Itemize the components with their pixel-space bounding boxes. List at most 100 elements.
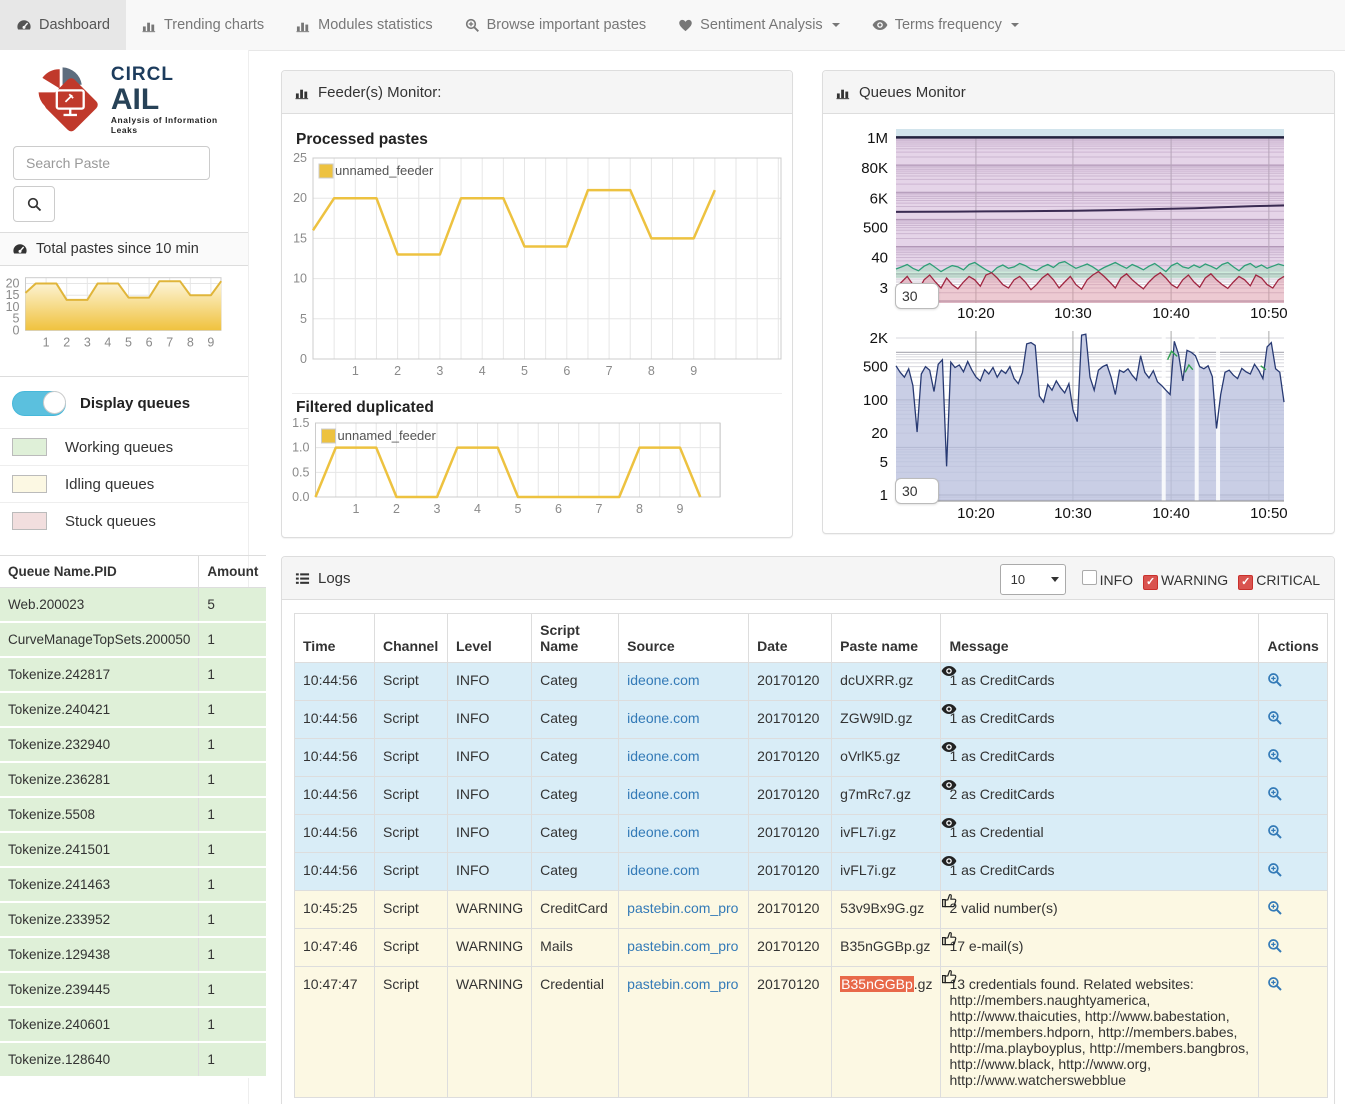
svg-text:5: 5 xyxy=(515,502,522,516)
log-source-link[interactable]: pastebin.com_pro xyxy=(627,976,738,992)
svg-text:9: 9 xyxy=(207,335,214,349)
queue-name: Tokenize.232940 xyxy=(0,727,199,762)
svg-text:7: 7 xyxy=(166,335,173,349)
filter-label: INFO xyxy=(1100,572,1133,588)
log-source-link[interactable]: pastebin.com_pro xyxy=(627,938,738,954)
legend-row-idling-queues: Idling queues xyxy=(0,465,248,502)
log-paste-name: dcUXRR.gz xyxy=(832,663,941,701)
svg-text:3: 3 xyxy=(434,502,441,516)
svg-text:1: 1 xyxy=(43,335,50,349)
chevron-down-icon xyxy=(1011,23,1019,27)
queue-table-row: Tokenize.2406011 xyxy=(0,1007,266,1042)
log-paste-name: g7mRc7.gz xyxy=(832,777,941,815)
log-date: 20170120 xyxy=(749,853,832,891)
svg-text:4: 4 xyxy=(474,502,481,516)
tachometer-icon xyxy=(16,18,32,32)
log-source-link[interactable]: ideone.com xyxy=(627,710,699,726)
svg-text:9: 9 xyxy=(677,502,684,516)
logs-table: TimeChannelLevelScript NameSourceDatePas… xyxy=(294,613,1328,1098)
show-paste-action-icon[interactable] xyxy=(1267,976,1283,995)
bar-chart-icon xyxy=(296,18,311,33)
log-message: 2 as CreditCards xyxy=(941,777,1259,815)
nav-item-label: Modules statistics xyxy=(318,17,432,33)
log-column-header: Date xyxy=(749,614,832,663)
eye-icon xyxy=(941,702,957,718)
log-row: 10:44:56ScriptINFOCategideone.com2017012… xyxy=(295,663,1328,701)
display-queues-toggle[interactable] xyxy=(12,391,66,416)
svg-text:9: 9 xyxy=(690,364,697,378)
log-time: 10:47:47 xyxy=(295,967,375,1098)
nav-item-modules-statistics[interactable]: Modules statistics xyxy=(280,0,448,50)
svg-text:0.0: 0.0 xyxy=(292,490,309,504)
queue-table-row: Tokenize.2329401 xyxy=(0,727,266,762)
log-paste-name: ivFL7i.gz xyxy=(832,815,941,853)
queues-in-window-input[interactable] xyxy=(895,478,939,504)
legend-swatch xyxy=(12,512,47,530)
svg-text:unnamed_feeder: unnamed_feeder xyxy=(335,163,434,178)
nav-item-dashboard[interactable]: Dashboard xyxy=(0,0,126,50)
nav-item-browse-important-pastes[interactable]: Browse important pastes xyxy=(449,0,663,50)
queue-table-row: Tokenize.2362811 xyxy=(0,762,266,797)
filter-checkbox-info[interactable] xyxy=(1082,570,1097,585)
nav-item-trending-charts[interactable]: Trending charts xyxy=(126,0,280,50)
log-message-text: 1 as CreditCards xyxy=(949,862,1054,878)
log-row: 10:47:46ScriptWARNINGMailspastebin.com_p… xyxy=(295,929,1328,967)
log-source-link[interactable]: ideone.com xyxy=(627,824,699,840)
show-paste-action-icon[interactable] xyxy=(1267,748,1283,767)
svg-text:10:40: 10:40 xyxy=(1152,505,1190,522)
show-paste-action-icon[interactable] xyxy=(1267,710,1283,729)
legend-row-stuck-queues: Stuck queues xyxy=(0,502,248,539)
log-source-link[interactable]: pastebin.com_pro xyxy=(627,900,738,916)
log-date: 20170120 xyxy=(749,777,832,815)
log-source-link[interactable]: ideone.com xyxy=(627,748,699,764)
log-message-text: 1 as CreditCards xyxy=(949,710,1054,726)
log-actions xyxy=(1259,663,1327,701)
legend-row-working-queues: Working queues xyxy=(0,428,248,465)
svg-text:4: 4 xyxy=(479,364,486,378)
log-message-text: 17 e-mail(s) xyxy=(949,938,1023,954)
show-paste-action-icon[interactable] xyxy=(1267,786,1283,805)
log-source-link[interactable]: ideone.com xyxy=(627,786,699,802)
legend-label: Stuck queues xyxy=(65,513,156,530)
queue-table-row: Tokenize.2414631 xyxy=(0,867,266,902)
queue-table-row: Tokenize.2428171 xyxy=(0,657,266,692)
show-paste-action-icon[interactable] xyxy=(1267,672,1283,691)
svg-text:0: 0 xyxy=(300,352,307,366)
search-button[interactable] xyxy=(13,186,55,222)
show-paste-action-icon[interactable] xyxy=(1267,938,1283,957)
toggle-knob xyxy=(43,391,66,414)
log-level: INFO xyxy=(448,815,532,853)
eye-icon xyxy=(941,816,957,832)
search-paste-input[interactable] xyxy=(13,146,210,180)
log-level: WARNING xyxy=(448,967,532,1098)
page-size-select[interactable]: 10 xyxy=(1000,564,1066,595)
svg-text:500: 500 xyxy=(863,359,888,376)
log-source-link[interactable]: ideone.com xyxy=(627,672,699,688)
bar-chart-icon xyxy=(295,85,310,100)
filter-checkbox-warning[interactable]: ✓ xyxy=(1143,575,1158,590)
queue-table-row: Tokenize.1286401 xyxy=(0,1042,266,1077)
show-paste-action-icon[interactable] xyxy=(1267,900,1283,919)
queue-name: Tokenize.242817 xyxy=(0,657,199,692)
nav-item-terms-frequency[interactable]: Terms frequency xyxy=(856,0,1035,50)
filter-checkbox-critical[interactable]: ✓ xyxy=(1238,575,1253,590)
log-channel: Script xyxy=(375,815,448,853)
svg-text:2: 2 xyxy=(393,502,400,516)
svg-text:5: 5 xyxy=(521,364,528,378)
svg-text:1: 1 xyxy=(353,502,360,516)
queues-global-window-input[interactable] xyxy=(895,283,939,309)
log-source-link[interactable]: ideone.com xyxy=(627,862,699,878)
svg-text:1: 1 xyxy=(880,487,888,504)
show-paste-action-icon[interactable] xyxy=(1267,862,1283,881)
log-message: 1 as CreditCards xyxy=(941,663,1259,701)
queue-amount: 1 xyxy=(199,797,267,832)
queue-name: Web.200023 xyxy=(0,588,199,623)
svg-text:3: 3 xyxy=(436,364,443,378)
log-message: 1 as CreditCards xyxy=(941,739,1259,777)
log-source: ideone.com xyxy=(619,777,749,815)
log-message: 1 as CreditCards xyxy=(941,701,1259,739)
show-paste-action-icon[interactable] xyxy=(1267,824,1283,843)
log-paste-name: ivFL7i.gz xyxy=(832,853,941,891)
nav-item-sentiment-analysis[interactable]: Sentiment Analysis xyxy=(662,0,856,50)
bar-chart-icon xyxy=(142,18,157,33)
